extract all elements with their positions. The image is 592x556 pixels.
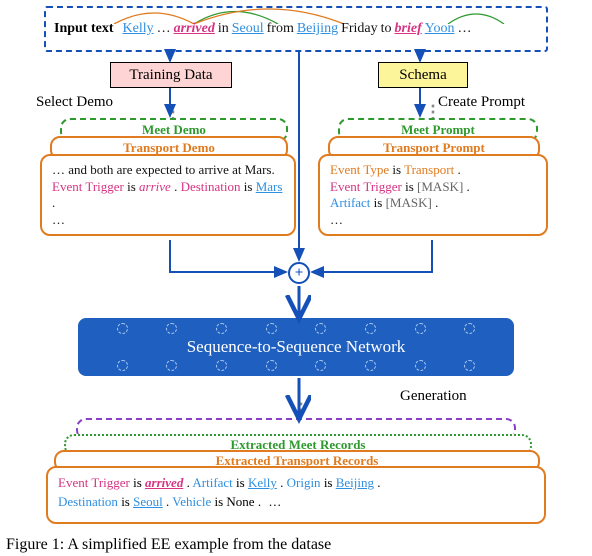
- token-yoon: Yoon: [425, 21, 455, 37]
- out-dest-label: Destination: [58, 494, 121, 509]
- out-trigger-label: Event Trigger: [58, 475, 133, 490]
- demo-dest-is: is: [244, 179, 256, 194]
- prompt-evtype-end: .: [457, 162, 460, 177]
- token-beijing: Beijing: [297, 21, 338, 37]
- out-trigger-val: arrived: [145, 475, 183, 490]
- nn-dot-icon: [464, 360, 475, 371]
- out-p1: .: [187, 475, 190, 490]
- prompt-artifact-end: .: [435, 195, 438, 210]
- diagram-canvas: Input text Kelly … arrived in Seoul from…: [0, 0, 592, 556]
- token-ellipsis-1: …: [157, 21, 171, 37]
- token-friday: Friday: [341, 21, 378, 37]
- nn-dot-icon: [415, 323, 426, 334]
- output-transport-body: Event Trigger is arrived . Artifact is K…: [46, 466, 546, 524]
- out-dest-val: Seoul: [133, 494, 163, 509]
- nn-bottom-row: [78, 360, 514, 371]
- nn-dot-icon: [464, 323, 475, 334]
- out-vehicle-val: None: [226, 494, 254, 509]
- training-data-box: Training Data: [110, 62, 232, 88]
- demo-dest-label: Destination: [181, 179, 244, 194]
- out-origin-label: Origin: [287, 475, 324, 490]
- prompt-evtype-val: Transport: [404, 162, 454, 177]
- nn-dot-icon: [315, 360, 326, 371]
- schema-box: Schema: [378, 62, 468, 88]
- nn-top-row: [78, 323, 514, 334]
- token-ellipsis-2: …: [457, 21, 471, 37]
- token-kelly: Kelly: [123, 21, 154, 37]
- nn-dot-icon: [365, 360, 376, 371]
- token-brief: brief: [395, 21, 422, 37]
- nn-dot-icon: [166, 323, 177, 334]
- out-artifact-val: Kelly: [248, 475, 277, 490]
- nn-dot-icon: [216, 360, 227, 371]
- demo-period2: .: [52, 195, 55, 210]
- prompt-trigger-is: is: [405, 179, 417, 194]
- out-dest-is: is: [121, 494, 133, 509]
- nn-dot-icon: [216, 323, 227, 334]
- prompt-evtype-is: is: [392, 162, 404, 177]
- input-label: Input text: [54, 21, 114, 37]
- prompt-stack: Meet Prompt Transport Prompt Event Type …: [318, 118, 550, 238]
- out-origin-is: is: [324, 475, 336, 490]
- nn-dot-icon: [266, 360, 277, 371]
- demo-et-label: Event Trigger: [52, 179, 127, 194]
- transport-demo-card-body: … and both are expected to arrive at Mar…: [40, 154, 296, 236]
- nn-dot-icon: [415, 360, 426, 371]
- nn-dot-icon: [315, 323, 326, 334]
- nn-dot-icon: [266, 323, 277, 334]
- prompt-artifact-key: Artifact: [330, 195, 374, 210]
- out-origin-val: Beijing: [336, 475, 374, 490]
- out-trigger-is: is: [133, 475, 145, 490]
- plus-icon: +: [295, 265, 304, 282]
- select-demo-label: Select Demo: [36, 94, 113, 111]
- out-vehicle-is: is: [214, 494, 226, 509]
- out-p3: .: [377, 475, 380, 490]
- prompt-trigger-end: .: [467, 179, 470, 194]
- input-text-line: Input text Kelly … arrived in Seoul from…: [54, 21, 538, 37]
- prompt-artifact-is: is: [374, 195, 386, 210]
- token-in: in: [218, 21, 229, 37]
- token-seoul: Seoul: [232, 21, 264, 37]
- out-ellipsis: …: [268, 494, 281, 509]
- nn-dot-icon: [117, 323, 128, 334]
- out-p2: .: [280, 475, 283, 490]
- transport-prompt-card-body: Event Type is Transport . Event Trigger …: [318, 154, 548, 236]
- demo-stack: Meet Demo Transport Demo … and both are …: [40, 118, 298, 238]
- prompt-trigger-val: [MASK]: [417, 179, 463, 194]
- out-vehicle-label: Vehicle: [172, 494, 214, 509]
- nn-dot-icon: [117, 360, 128, 371]
- figure-caption: Figure 1: A simplified EE example from t…: [6, 536, 331, 554]
- token-from: from: [267, 21, 294, 37]
- create-prompt-label: Create Prompt: [438, 94, 525, 111]
- output-records-stack: Extracted Meet Records Extracted Transpo…: [46, 418, 546, 526]
- demo-ellipsis: …: [52, 212, 284, 229]
- demo-body-pre: … and both are expected to arrive at Mar…: [52, 162, 275, 177]
- out-p4: .: [166, 494, 169, 509]
- nn-dot-icon: [365, 323, 376, 334]
- schema-label: Schema: [399, 67, 446, 84]
- generation-label: Generation: [400, 388, 467, 405]
- prompt-artifact-val: [MASK]: [386, 195, 432, 210]
- prompt-ellipsis: …: [330, 212, 536, 229]
- seq2seq-block: Sequence-to-Sequence Network: [78, 318, 514, 376]
- prompt-evtype-key: Event Type: [330, 162, 392, 177]
- token-arrived: arrived: [174, 21, 215, 37]
- out-artifact-label: Artifact: [192, 475, 236, 490]
- input-text-box: Input text Kelly … arrived in Seoul from…: [44, 6, 548, 52]
- training-data-label: Training Data: [129, 67, 212, 84]
- combine-plus-node: +: [288, 262, 310, 284]
- demo-dest-value: Mars: [256, 179, 283, 194]
- prompt-trigger-key: Event Trigger: [330, 179, 405, 194]
- demo-et-is: is: [127, 179, 139, 194]
- seq2seq-label: Sequence-to-Sequence Network: [187, 337, 406, 357]
- token-to: to: [381, 21, 392, 37]
- nn-dot-icon: [166, 360, 177, 371]
- demo-trigger-value: arrive: [139, 179, 171, 194]
- out-p5: .: [258, 494, 261, 509]
- out-artifact-is: is: [236, 475, 248, 490]
